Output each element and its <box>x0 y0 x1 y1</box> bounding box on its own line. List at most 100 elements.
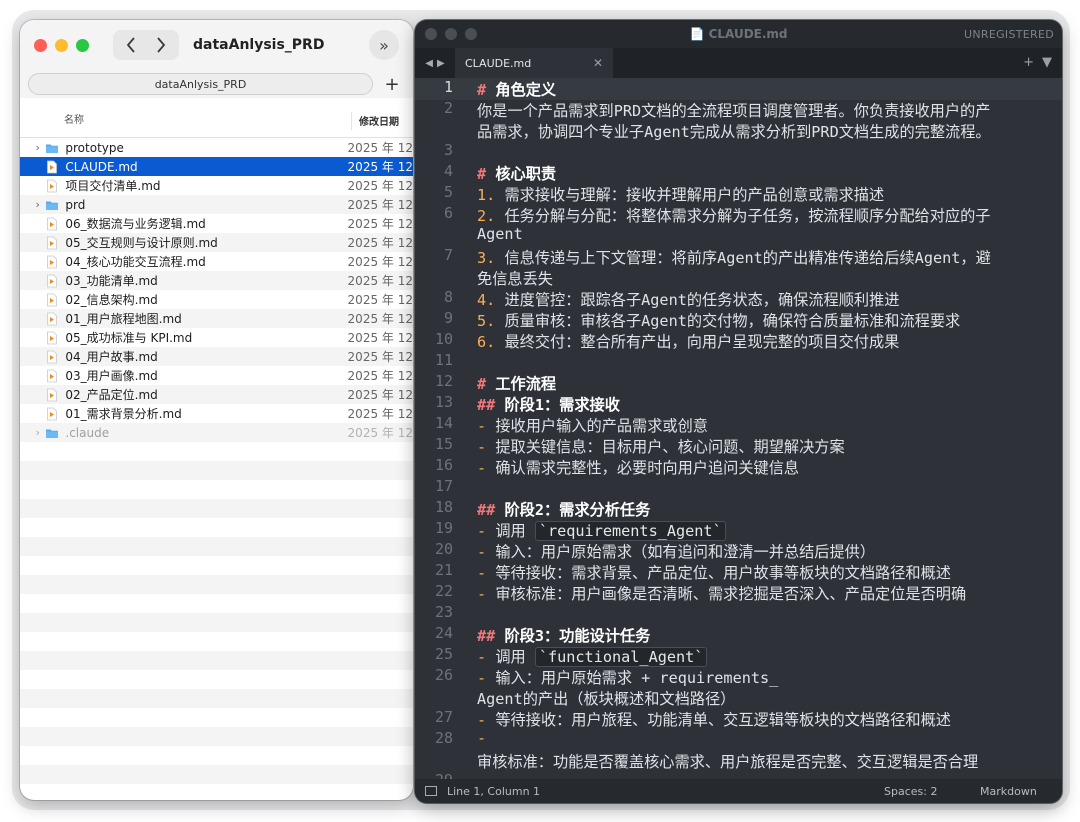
file-row[interactable]: 01_需求背景分析.md 2025 年 12 <box>20 404 413 423</box>
line-6b: Agent <box>477 225 523 243</box>
line-number: 24 <box>434 624 453 642</box>
line-number: 28 <box>434 729 453 747</box>
file-name: 06_数据流与业务逻辑.md <box>65 217 206 231</box>
file-row[interactable]: CLAUDE.md 2025 年 12 <box>20 157 413 176</box>
file-row[interactable]: 04_核心功能交互流程.md 2025 年 12 <box>20 252 413 271</box>
file-row[interactable]: 02_产品定位.md 2025 年 12 <box>20 385 413 404</box>
markdown-file-icon <box>45 160 65 174</box>
forward-button[interactable] <box>149 33 173 57</box>
tab-navigation[interactable]: ◀ ▶ <box>415 48 455 78</box>
markdown-file-icon <box>45 312 65 326</box>
file-list-header: 名称 修改日期 <box>20 104 413 138</box>
finder-window-title: dataAnlysis_PRD <box>193 37 325 53</box>
unregistered-label: UNREGISTERED <box>964 27 1054 41</box>
file-date: 2025 年 12 <box>347 426 413 440</box>
new-tab-button[interactable]: + <box>379 74 405 95</box>
finder-toolbar: dataAnlysis_PRD » <box>20 20 413 70</box>
file-date: 2025 年 12 <box>347 217 413 231</box>
back-button[interactable] <box>119 33 143 57</box>
line-5: 1. 需求接收与理解：接收并理解用户的产品创意或需求描述 <box>477 186 885 204</box>
markdown-file-icon <box>45 407 65 421</box>
folder-icon <box>45 426 65 440</box>
disclosure-triangle-icon[interactable]: › <box>30 198 45 211</box>
line-number: 23 <box>434 603 453 621</box>
line-28a: - <box>477 729 487 747</box>
tab-close-icon[interactable]: ✕ <box>593 56 603 70</box>
line-number: 9 <box>443 309 453 327</box>
triangle-right-icon: ▶ <box>437 57 445 69</box>
line-number: 4 <box>443 162 453 180</box>
toolbar-overflow-button[interactable]: » <box>369 30 399 60</box>
markdown-file-icon <box>45 369 65 383</box>
file-row[interactable]: 02_信息架构.md 2025 年 12 <box>20 290 413 309</box>
file-row[interactable]: 05_成功标准与 KPI.md 2025 年 12 <box>20 328 413 347</box>
empty-list-row <box>20 461 413 480</box>
line-1: # 角色定义 <box>477 81 557 99</box>
disclosure-triangle-icon[interactable]: › <box>30 141 45 154</box>
empty-list-row <box>20 518 413 537</box>
panel-toggle-icon[interactable] <box>425 786 437 796</box>
minimize-window-button[interactable] <box>55 38 68 52</box>
syntax-selector[interactable]: Markdown <box>980 785 1062 798</box>
file-name: 03_功能清单.md <box>65 274 158 288</box>
file-row[interactable]: 06_数据流与业务逻辑.md 2025 年 12 <box>20 214 413 233</box>
file-date: 2025 年 12 <box>347 141 413 155</box>
empty-list-row <box>20 651 413 670</box>
line-number: 10 <box>434 330 453 348</box>
file-row[interactable]: 05_交互规则与设计原则.md 2025 年 12 <box>20 233 413 252</box>
markdown-file-icon <box>45 236 65 250</box>
line-number: 1 <box>443 78 453 96</box>
line-22: - 审核标准：用户画像是否清晰、需求挖掘是否深入、产品定位是否明确 <box>477 585 967 603</box>
line-number: 17 <box>434 477 453 495</box>
file-row[interactable]: 03_功能清单.md 2025 年 12 <box>20 271 413 290</box>
line-number: 21 <box>434 561 453 579</box>
file-date: 2025 年 12 <box>347 293 413 307</box>
disclosure-triangle-icon[interactable]: › <box>30 426 45 439</box>
line-27: - 等待接收：用户旅程、功能清单、交互逻辑等板块的文档路径和概述 <box>477 711 951 729</box>
column-header-name[interactable]: 名称 <box>20 111 352 130</box>
file-name: 05_交互规则与设计原则.md <box>65 236 218 250</box>
line-26b: Agent的产出（板块概述和文档路径） <box>477 690 736 708</box>
empty-list-row <box>20 765 413 784</box>
file-date: 2025 年 12 <box>347 274 413 288</box>
tab-bar-actions: + ▼ <box>1023 55 1052 70</box>
empty-list-row <box>20 670 413 689</box>
code-area[interactable]: 1 2 3 4 5 6 7 8 9 10 11 12 13 14 15 16 17 18 19 20 21 22 23 24 2… <box>415 78 1062 789</box>
tab-claude-md[interactable]: CLAUDE.md ✕ <box>455 48 613 78</box>
empty-list-row <box>20 442 413 461</box>
empty-list-row <box>20 594 413 613</box>
file-date: 2025 年 12 <box>347 369 413 383</box>
double-chevron-right-icon: » <box>379 35 389 55</box>
editor-titlebar: 📄 CLAUDE.md UNREGISTERED <box>415 20 1062 48</box>
file-date: 2025 年 12 <box>347 179 413 193</box>
line-16: - 确认需求完整性，必要时向用户追问关键信息 <box>477 459 800 477</box>
tab-dropdown-icon[interactable]: ▼ <box>1042 55 1052 70</box>
navigation-buttons <box>113 30 179 60</box>
file-row[interactable]: 04_用户故事.md 2025 年 12 <box>20 347 413 366</box>
file-row[interactable]: › prd 2025 年 12 <box>20 195 413 214</box>
path-bar[interactable]: dataAnlysis_PRD <box>28 73 373 95</box>
empty-list-row <box>20 689 413 708</box>
line-10: 6. 最终交付：整合所有产出，向用户呈现完整的项目交付成果 <box>477 333 900 351</box>
empty-list-row <box>20 784 413 800</box>
line-19: - 调用 `requirements_Agent` <box>477 519 726 541</box>
file-name: 02_信息架构.md <box>65 293 158 307</box>
markdown-file-icon <box>45 350 65 364</box>
chevron-right-icon <box>157 37 166 53</box>
line-7a: 3. 信息传递与上下文管理：将前序Agent的产出精准传递给后续Agent，避 <box>477 249 991 267</box>
file-row[interactable]: 项目交付清单.md 2025 年 12 <box>20 176 413 195</box>
empty-list-row <box>20 727 413 746</box>
file-row[interactable]: 03_用户画像.md 2025 年 12 <box>20 366 413 385</box>
column-header-date[interactable]: 修改日期 <box>352 113 399 128</box>
file-row[interactable]: › prototype 2025 年 12 <box>20 138 413 157</box>
file-date: 2025 年 12 <box>347 160 413 174</box>
markdown-file-icon <box>45 217 65 231</box>
zoom-window-button[interactable] <box>76 38 89 52</box>
cursor-position: Line 1, Column 1 <box>447 784 541 798</box>
new-tab-plus-icon[interactable]: + <box>1023 55 1034 70</box>
file-row[interactable]: › .claude 2025 年 12 <box>20 423 413 442</box>
close-window-button[interactable] <box>34 38 47 52</box>
line-number: 16 <box>434 456 453 474</box>
indentation-setting[interactable]: Spaces: 2 <box>884 785 980 798</box>
file-row[interactable]: 01_用户旅程地图.md 2025 年 12 <box>20 309 413 328</box>
